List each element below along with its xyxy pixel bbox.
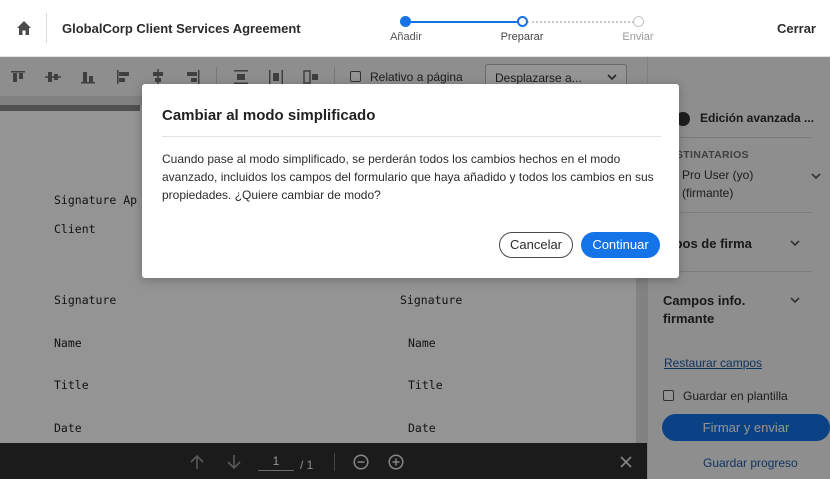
header-divider bbox=[46, 13, 47, 43]
step-connector-pending bbox=[527, 21, 638, 23]
step-label-preparar[interactable]: Preparar bbox=[482, 31, 562, 43]
step-dot-preparar[interactable] bbox=[517, 16, 528, 27]
dialog-message: Cuando pase al modo simplificado, se per… bbox=[162, 152, 654, 202]
top-header: GlobalCorp Client Services Agreement Aña… bbox=[0, 0, 830, 57]
step-dot-anadir[interactable] bbox=[400, 16, 411, 27]
step-connector-complete bbox=[405, 21, 522, 23]
progress-stepper: Añadir Preparar Enviar bbox=[380, 12, 670, 48]
dialog-title: Cambiar al modo simplificado bbox=[162, 107, 376, 124]
step-label-enviar: Enviar bbox=[622, 31, 654, 43]
dialog-divider bbox=[162, 136, 661, 137]
document-title: GlobalCorp Client Services Agreement bbox=[62, 21, 301, 36]
step-label-anadir[interactable]: Añadir bbox=[366, 31, 446, 43]
continue-button[interactable]: Continuar bbox=[581, 232, 660, 258]
close-button[interactable]: Cerrar bbox=[777, 21, 816, 36]
cancel-button[interactable]: Cancelar bbox=[499, 232, 573, 258]
switch-mode-dialog: Cambiar al modo simplificado Cuando pase… bbox=[142, 84, 679, 278]
home-icon[interactable] bbox=[14, 18, 34, 38]
step-dot-enviar bbox=[633, 16, 644, 27]
